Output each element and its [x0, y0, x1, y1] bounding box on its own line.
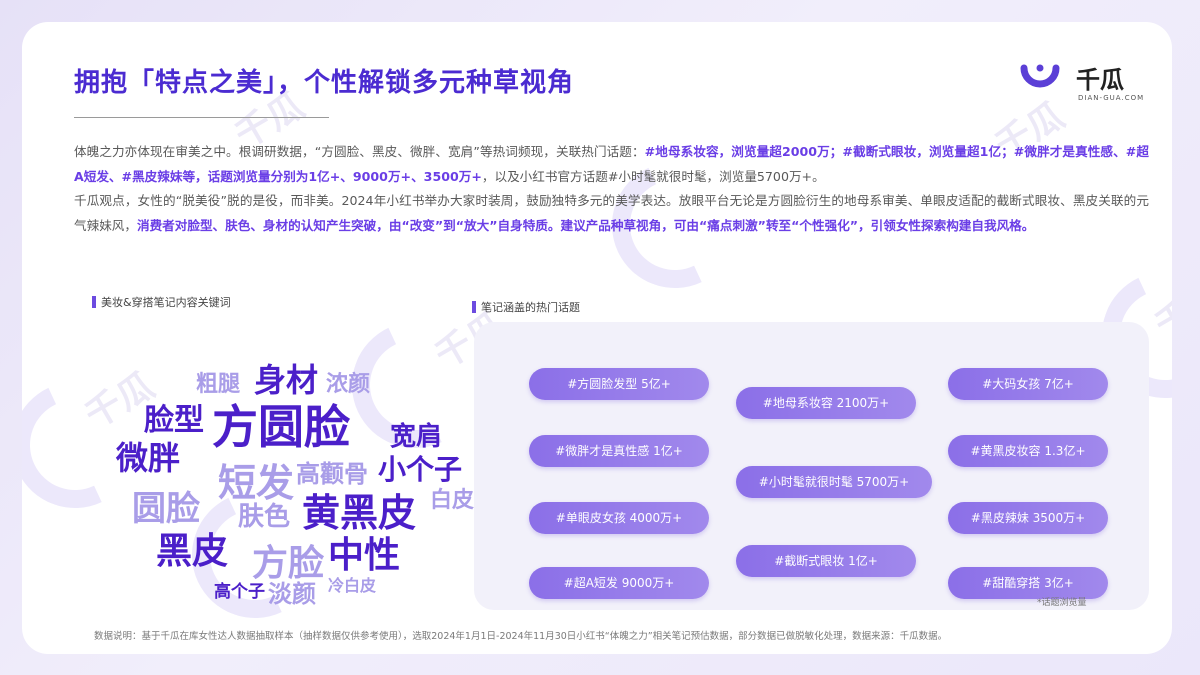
logo-mark-icon: [1020, 64, 1060, 88]
data-footnote: 数据说明：基于千瓜在库女性达人数据抽取样本（抽样数据仅供参考使用），选取2024…: [94, 631, 948, 642]
cloud-word: 身材: [254, 361, 319, 399]
cloud-section-label: 美妆&穿搭笔记内容关键词: [101, 296, 231, 309]
topic-pill[interactable]: #黑皮辣妹 3500万+: [948, 502, 1108, 534]
cloud-word: 高个子: [214, 582, 265, 602]
cloud-word: 白皮: [430, 488, 475, 513]
cloud-word: 脸型: [144, 403, 204, 438]
cloud-word: 方脸: [252, 543, 325, 584]
title-underline: [74, 117, 329, 118]
cloud-word: 黄黑皮: [302, 491, 417, 535]
topic-pill[interactable]: #超A短发 9000万+: [529, 567, 709, 599]
cloud-word: 粗腿: [196, 372, 241, 397]
topic-pill[interactable]: #地母系妆容 2100万+: [736, 387, 916, 419]
logo-name: 千瓜: [1076, 66, 1124, 94]
topic-pill[interactable]: #微胖才是真性感 1亿+: [529, 435, 709, 467]
body-text: ，以及小红书官方话题#小时髦就很时髦，浏览量5700万+。: [481, 168, 825, 184]
logo-domain: DIAN-GUA.COM: [1078, 94, 1145, 102]
cloud-word: 中性: [328, 535, 401, 576]
topic-pill[interactable]: #小时髦就很时髦 5700万+: [736, 466, 932, 498]
body-text: 体魄之力亦体现在审美之中。根调研数据，“方圆脸、黑皮、微胖、宽肩”等热词频现，关…: [74, 144, 645, 159]
topics-section-title: 笔记涵盖的热门话题: [472, 299, 580, 315]
cloud-word: 方圆脸: [212, 400, 350, 454]
topics-note: *话题浏览量: [1037, 598, 1087, 608]
slide-card: 千瓜 千瓜 千瓜 千瓜 千瓜 千瓜 千瓜 千瓜 拥抱「特点之美」，个性解锁多元种…: [22, 22, 1172, 654]
topics-panel: #方圆脸发型 5亿+ #微胖才是真性感 1亿+ #单眼皮女孩 4000万+ #超A短发…: [474, 322, 1149, 610]
topic-pill[interactable]: #单眼皮女孩 4000万+: [529, 502, 709, 534]
cloud-word: 圆脸: [132, 489, 200, 529]
topic-pill[interactable]: #方圆脸发型 5亿+: [529, 368, 709, 400]
cloud-word: 淡颜: [268, 580, 316, 608]
cloud-word: 高颧骨: [296, 460, 368, 488]
brand-logo: 千瓜 DIAN-GUA.COM: [1018, 52, 1158, 112]
cloud-word: 浓颜: [326, 372, 371, 397]
highlight-text: 消费者对脸型、肤色、身材的认知产生突破，由“改变”到“放大”自身特质。建议产品种…: [136, 217, 1035, 233]
page-title: 拥抱「特点之美」，个性解锁多元种草视角: [74, 68, 575, 98]
cloud-section-title: 美妆&穿搭笔记内容关键词: [92, 294, 231, 310]
cloud-word: 小个子: [378, 453, 463, 486]
insight-paragraph: 体魄之力亦体现在审美之中。根调研数据，“方圆脸、黑皮、微胖、宽肩”等热词频现，关…: [74, 140, 1149, 238]
cloud-word: 冷白皮: [328, 576, 377, 595]
cloud-word: 黑皮: [156, 531, 229, 572]
cloud-word: 肤色: [238, 502, 291, 532]
topic-pill[interactable]: #大码女孩 7亿+: [948, 368, 1108, 400]
keyword-cloud: 方圆脸黄黑皮黑皮 中性 微胖 身材脸型宽肩 小个子 短发 圆脸方脸 高颧骨 肤色 粗腿 浓颜白皮淡颜…: [82, 342, 482, 612]
topic-pill[interactable]: #截断式眼妆 1亿+: [736, 545, 916, 577]
section-marker: [92, 296, 96, 308]
topics-section-label: 笔记涵盖的热门话题: [481, 301, 580, 314]
section-marker: [472, 301, 476, 313]
cloud-word: 宽肩: [390, 422, 443, 452]
cloud-word: 短发: [218, 461, 295, 505]
topic-pill[interactable]: #黄黑皮妆容 1.3亿+: [948, 435, 1108, 467]
cloud-word: 微胖: [116, 439, 181, 477]
